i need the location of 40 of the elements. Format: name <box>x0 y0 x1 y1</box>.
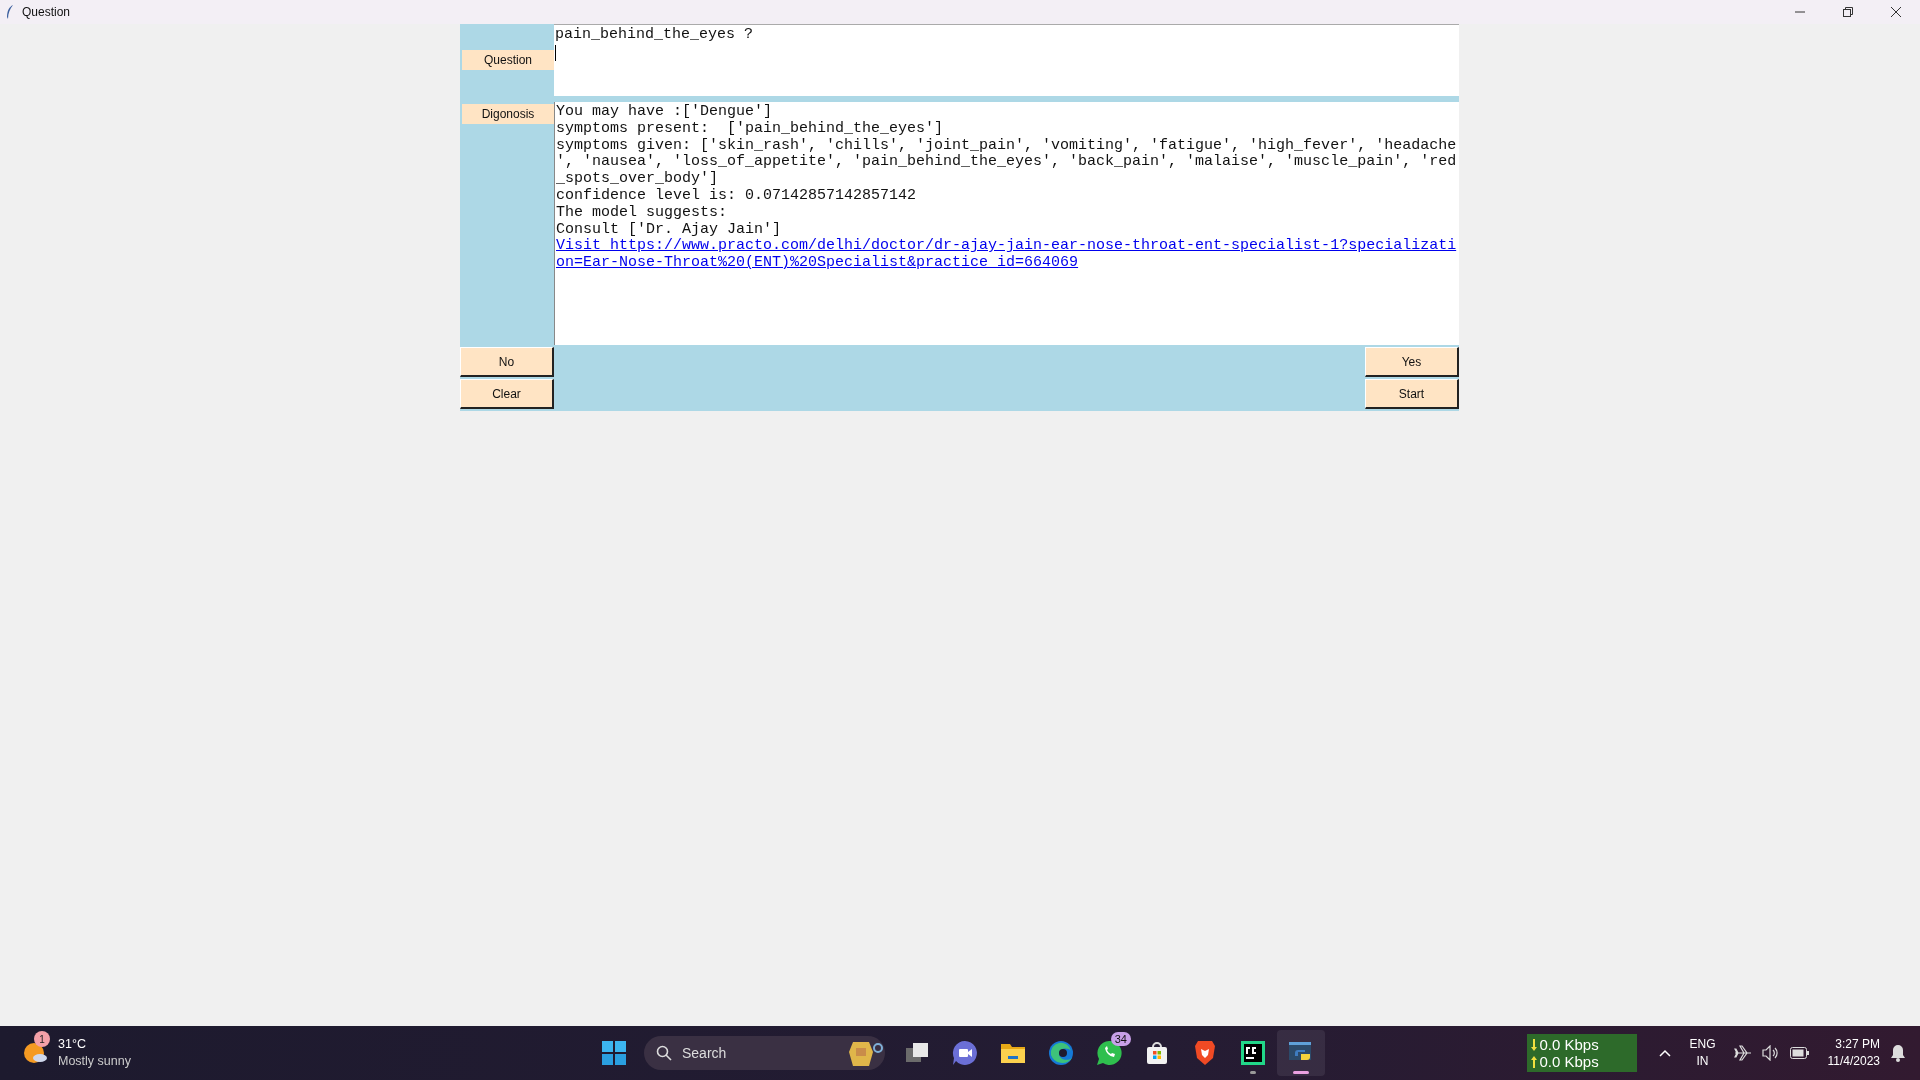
speaker-icon[interactable] <box>1761 1045 1780 1061</box>
action-button[interactable]: No <box>460 347 554 377</box>
ide-icon <box>1241 1041 1265 1065</box>
up-arrow-icon <box>1531 1055 1538 1068</box>
restore-icon[interactable] <box>1843 7 1853 17</box>
taskbar-app[interactable] <box>1277 1030 1325 1076</box>
notification-badge: 1 <box>34 1031 50 1047</box>
question-label: Question <box>462 50 554 70</box>
folder-icon <box>1000 1041 1026 1065</box>
question-text-area[interactable]: pain_behind_the_eyes ? <box>554 24 1459 96</box>
video-call-icon <box>952 1040 978 1066</box>
language-indicator[interactable]: ENG IN <box>1689 1036 1716 1070</box>
bell-icon[interactable] <box>1890 1044 1906 1062</box>
browser-icon <box>1048 1040 1074 1066</box>
diagnosis-text-area: You may have :['Dengue'] symptoms present: ['pain_behind_the_eyes'] symptoms given: ['skin_rash', 'chills', 'joint_pain', 'vomiting', 'fatigue', 'high_fever', 'headache ', 'nausea', 'loss_of_appetite', 'pain_behind_the_eyes', 'back_pain', 'malaise', 'muscle_pain', 'red _spots_over_body'] confidence level is: 0.07142857142857142 The model suggests: Consult ['Dr. Ajay Jain'] Visit https://www.practo.com/delhi/doctor/dr-ajay-jain-ear-nose-throat-ent-specialist-1?specializati on=Ear-Nose-Throat%20(ENT)%20Specialist&practice_id=664069 <box>554 102 1459 345</box>
shopping-bag-icon <box>1145 1041 1169 1065</box>
action-button[interactable]: Start <box>1365 379 1459 409</box>
search-field[interactable]: Search <box>644 1036 885 1070</box>
battery-icon[interactable] <box>1789 1047 1810 1059</box>
text-cursor <box>555 44 556 61</box>
speed-reading: 0.0 Kbps <box>1539 1036 1599 1053</box>
search-icon <box>656 1045 672 1061</box>
window-title: Question <box>22 5 71 19</box>
action-button[interactable]: Yes <box>1365 347 1459 377</box>
diagnosis-label: Digonosis <box>462 104 554 124</box>
temperature: 31°C <box>58 1036 87 1053</box>
close-icon[interactable] <box>1891 7 1901 17</box>
lion-shield-icon <box>1194 1040 1216 1066</box>
weather-condition: Mostly sunny <box>58 1053 131 1070</box>
clock[interactable]: 3:27 PM 11/4/2023 <box>1827 1036 1880 1070</box>
feather-icon <box>6 5 14 19</box>
chevron-up-icon[interactable] <box>1659 1049 1672 1057</box>
windows-logo-icon[interactable] <box>602 1041 626 1065</box>
taskbar-app[interactable]: 34 <box>1085 1030 1133 1076</box>
speed-reading: 0.0 Kbps <box>1539 1053 1599 1070</box>
airplane-icon[interactable] <box>1733 1044 1752 1062</box>
task-view-icon <box>905 1041 929 1065</box>
notification-badge: 34 <box>1110 1032 1131 1046</box>
action-button[interactable]: Clear <box>460 379 554 409</box>
down-arrow-icon <box>1531 1038 1538 1051</box>
